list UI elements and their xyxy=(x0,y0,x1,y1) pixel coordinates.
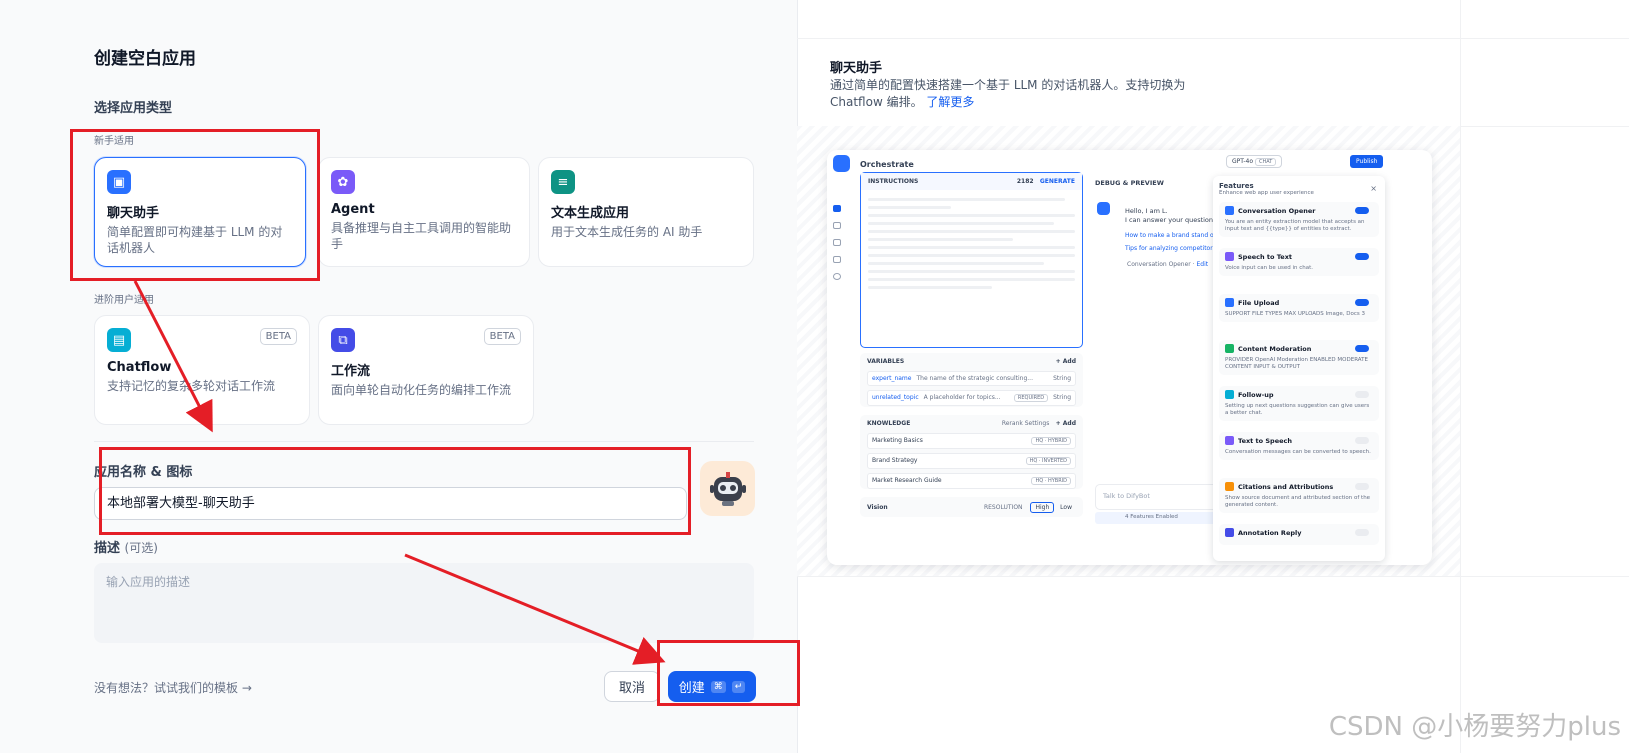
watermark: CSDN @小杨要努力plus xyxy=(1328,712,1621,742)
annotation-arrows xyxy=(133,280,666,665)
